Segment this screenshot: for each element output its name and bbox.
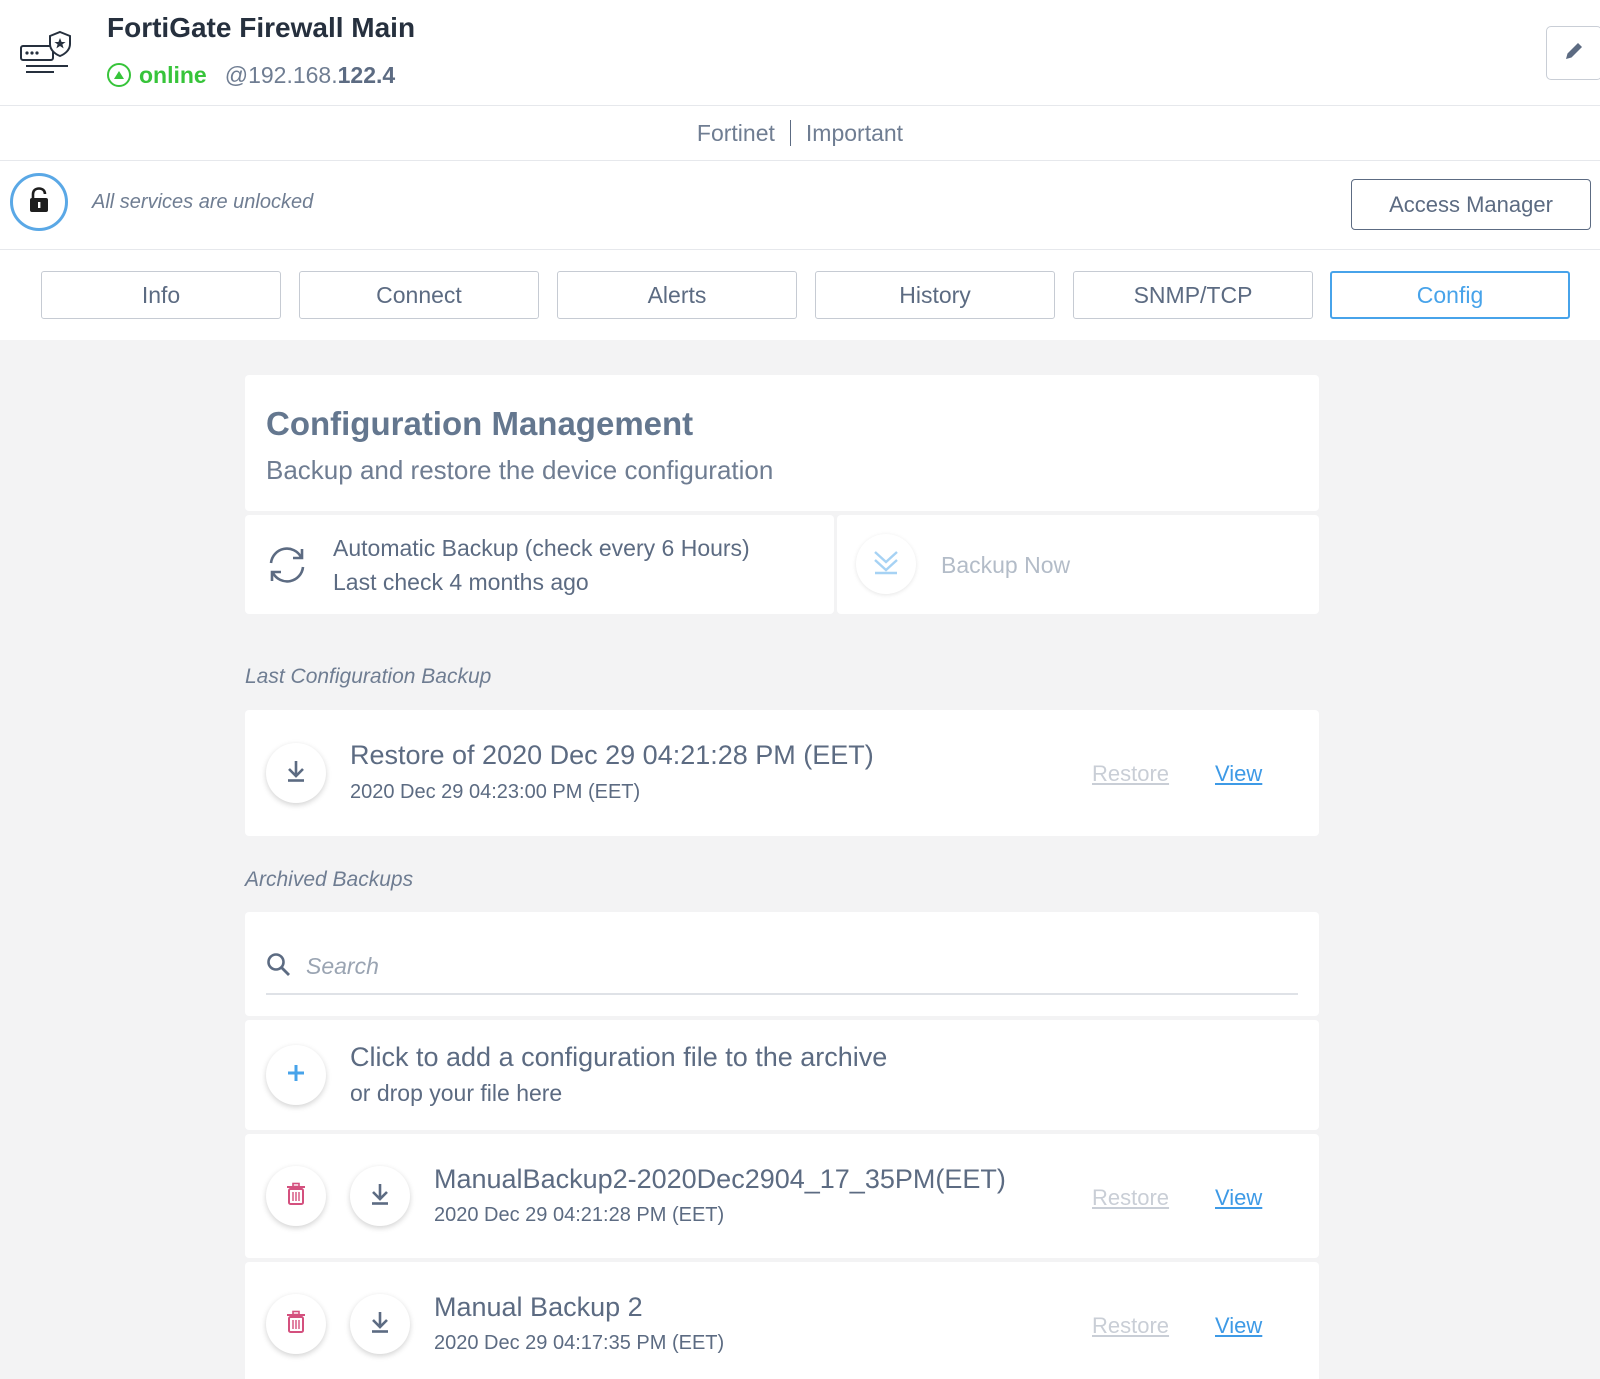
trash-icon — [285, 1182, 307, 1211]
download-icon — [285, 759, 307, 788]
download-icon — [369, 1310, 391, 1339]
device-tabs: Info Connect Alerts History SNMP/TCP Con… — [0, 250, 1600, 340]
lock-button[interactable] — [10, 173, 68, 231]
lock-status-row: All services are unlocked Access Manager — [0, 161, 1600, 250]
status-text: online — [139, 61, 207, 88]
download-button[interactable] — [350, 1166, 410, 1226]
archived-backup-row: Manual Backup 2 2020 Dec 29 04:17:35 PM … — [245, 1262, 1319, 1379]
auto-backup-title: Automatic Backup (check every 6 Hours) — [333, 535, 750, 561]
restore-link[interactable]: Restore — [1092, 761, 1169, 787]
restore-link[interactable]: Restore — [1092, 1185, 1169, 1211]
backup-date: 2020 Dec 29 04:21:28 PM (EET) — [434, 1204, 725, 1226]
search-input[interactable] — [306, 948, 1286, 984]
ip-address: @192.168.122.4 — [225, 62, 395, 89]
backup-now-card[interactable]: Backup Now — [837, 515, 1319, 614]
archived-section-label: Archived Backups — [245, 868, 414, 891]
tab-connect[interactable]: Connect — [299, 271, 539, 319]
last-backup-card: Restore of 2020 Dec 29 04:21:28 PM (EET)… — [245, 710, 1319, 836]
backup-now-button[interactable] — [856, 534, 916, 594]
delete-button[interactable] — [266, 1166, 326, 1226]
online-status-icon — [107, 63, 131, 87]
last-backup-date: 2020 Dec 29 04:23:00 PM (EET) — [350, 781, 641, 803]
config-management-card: Configuration Management Backup and rest… — [245, 375, 1319, 511]
backup-name: ManualBackup2-2020Dec2904_17_35PM(EET) — [434, 1164, 1006, 1194]
device-header: FortiGate Firewall Main online @192.168.… — [0, 0, 1600, 106]
backup-date: 2020 Dec 29 04:17:35 PM (EET) — [434, 1332, 725, 1354]
tab-config[interactable]: Config — [1330, 271, 1570, 319]
edit-button[interactable] — [1546, 26, 1600, 80]
trash-icon — [285, 1310, 307, 1339]
auto-backup-card[interactable]: Automatic Backup (check every 6 Hours) L… — [245, 515, 834, 614]
auto-backup-last-check: Last check 4 months ago — [333, 569, 589, 595]
tab-alerts[interactable]: Alerts — [557, 271, 797, 319]
tab-history[interactable]: History — [815, 271, 1055, 319]
search-icon — [266, 952, 292, 983]
page-title: Configuration Management — [266, 405, 694, 442]
lock-status-text: All services are unlocked — [92, 191, 314, 213]
add-config-file-card[interactable]: Click to add a configuration file to the… — [245, 1020, 1319, 1130]
add-file-subtitle: or drop your file here — [350, 1080, 563, 1106]
device-tags: Fortinet Important — [0, 106, 1600, 161]
ip-suffix: 122.4 — [337, 61, 396, 88]
view-link[interactable]: View — [1215, 761, 1262, 787]
tab-info[interactable]: Info — [41, 271, 281, 319]
double-chevron-down-icon — [872, 549, 900, 580]
access-manager-button[interactable]: Access Manager — [1351, 179, 1591, 230]
sync-icon — [265, 545, 309, 590]
download-button[interactable] — [350, 1294, 410, 1354]
tag-vendor[interactable]: Fortinet — [697, 120, 775, 147]
delete-button[interactable] — [266, 1294, 326, 1354]
ip-prefix: @192.168. — [224, 61, 338, 88]
tab-snmp-tcp[interactable]: SNMP/TCP — [1073, 271, 1313, 319]
view-link[interactable]: View — [1215, 1313, 1262, 1339]
add-file-button[interactable] — [266, 1045, 326, 1105]
restore-link[interactable]: Restore — [1092, 1313, 1169, 1339]
archived-backup-row: ManualBackup2-2020Dec2904_17_35PM(EET) 2… — [245, 1134, 1319, 1258]
add-file-title: Click to add a configuration file to the… — [350, 1042, 888, 1072]
unlocked-padlock-icon — [28, 186, 50, 218]
download-button[interactable] — [266, 743, 326, 803]
device-status: online @192.168.122.4 — [107, 58, 395, 92]
plus-icon — [286, 1063, 306, 1088]
pencil-icon — [1563, 40, 1585, 67]
firewall-device-icon — [18, 28, 78, 76]
device-header-panel: FortiGate Firewall Main online @192.168.… — [0, 0, 1600, 340]
last-backup-section-label: Last Configuration Backup — [245, 665, 492, 688]
page-subtitle: Backup and restore the device configurat… — [266, 455, 774, 485]
search-bar — [266, 942, 1298, 995]
tag-priority[interactable]: Important — [806, 120, 903, 147]
backup-now-label: Backup Now — [941, 552, 1071, 578]
tag-divider — [789, 120, 791, 146]
device-title: FortiGate Firewall Main — [107, 12, 416, 43]
last-backup-title: Restore of 2020 Dec 29 04:21:28 PM (EET) — [350, 740, 874, 770]
download-icon — [369, 1182, 391, 1211]
archive-search-card — [245, 912, 1319, 1016]
view-link[interactable]: View — [1215, 1185, 1262, 1211]
backup-name: Manual Backup 2 — [434, 1292, 643, 1322]
